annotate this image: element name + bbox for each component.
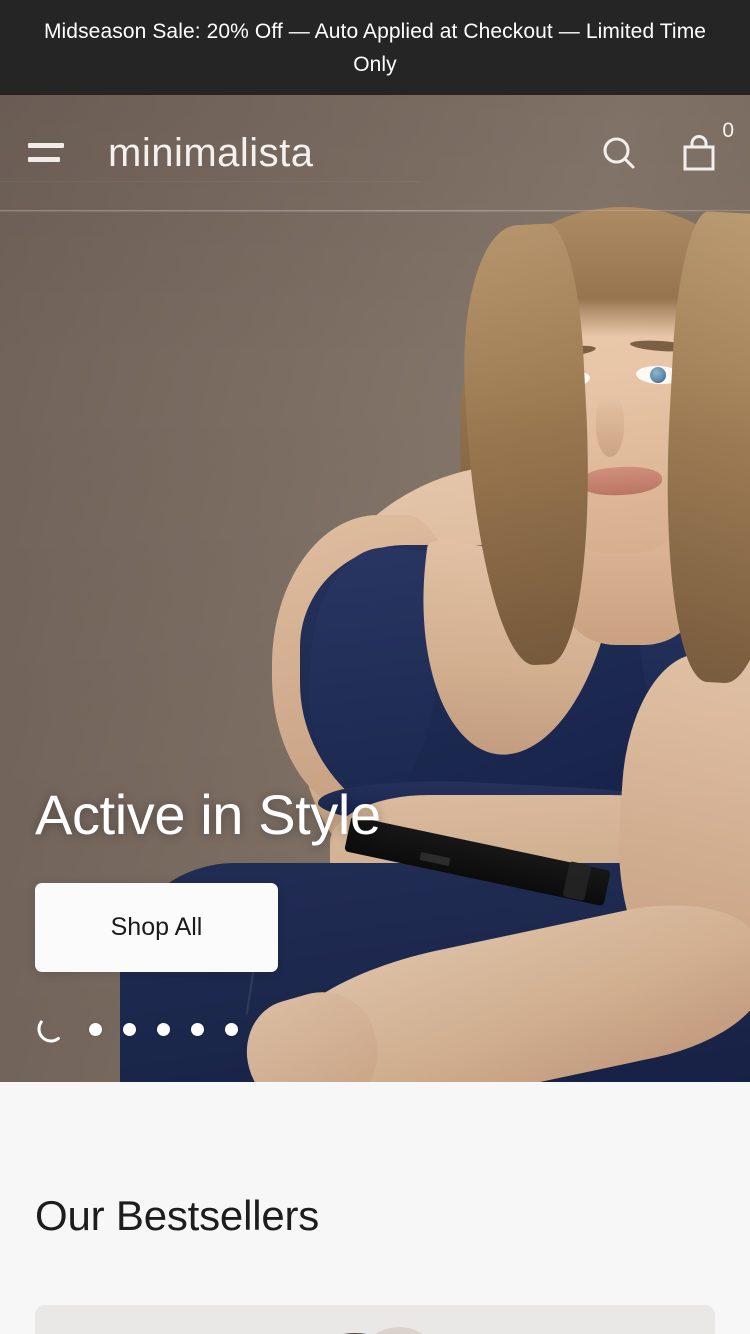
carousel-dot-6[interactable] — [225, 1022, 238, 1036]
carousel-pagination — [34, 1012, 238, 1046]
hero-title: Active in Style — [35, 782, 381, 846]
store-logo[interactable]: minimalista — [108, 133, 314, 173]
header-actions: 0 — [596, 120, 734, 176]
mobile-storefront-page: Midseason Sale: 20% Off — Auto Applied a… — [0, 0, 750, 1334]
search-icon[interactable] — [596, 130, 642, 176]
carousel-dot-3[interactable] — [123, 1022, 136, 1036]
menu-line-top — [28, 143, 64, 148]
cart-count-badge: 0 — [722, 118, 734, 142]
hero-carousel-slide[interactable]: Active in Style Shop All — [0, 95, 750, 1082]
menu-line-bottom — [28, 157, 60, 162]
carousel-autoplay-progress-icon[interactable] — [34, 1012, 68, 1046]
announcement-text: Midseason Sale: 20% Off — Auto Applied a… — [43, 19, 707, 76]
bestsellers-section: Our Bestsellers — [0, 1082, 750, 1334]
hamburger-menu-icon[interactable] — [28, 131, 76, 175]
shop-all-button[interactable]: Shop All — [35, 883, 278, 972]
carousel-dot-4[interactable] — [157, 1022, 170, 1036]
announcement-bar[interactable]: Midseason Sale: 20% Off — Auto Applied a… — [0, 0, 750, 95]
hero-content: Active in Style Shop All — [35, 782, 381, 972]
shopping-bag-icon[interactable]: 0 — [676, 120, 734, 176]
site-header: minimalista 0 — [0, 95, 750, 211]
section-title-bestsellers: Our Bestsellers — [35, 1192, 320, 1239]
carousel-dot-2[interactable] — [89, 1022, 102, 1036]
product-card[interactable] — [35, 1305, 715, 1334]
carousel-dot-5[interactable] — [191, 1022, 204, 1036]
